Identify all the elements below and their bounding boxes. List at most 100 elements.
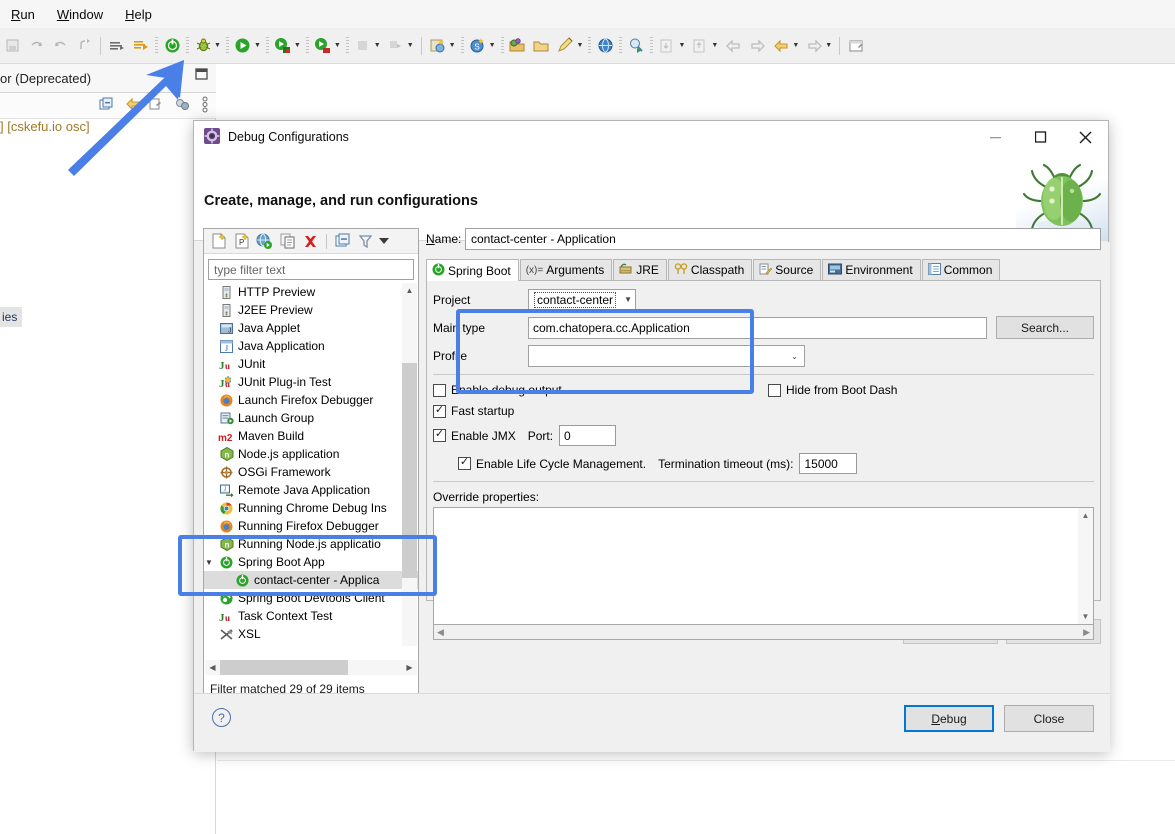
tree-item-launch-firefox-debugger[interactable]: Launch Firefox Debugger	[204, 391, 418, 409]
delete-icon[interactable]	[299, 231, 322, 252]
side-view-tab[interactable]: ies	[0, 307, 23, 327]
scroll-up-icon[interactable]: ▲	[402, 283, 417, 298]
tab-environment[interactable]: Environment	[822, 259, 921, 280]
scroll-right-icon[interactable]: ▶	[1083, 627, 1090, 638]
tree-vscroll-thumb[interactable]	[402, 363, 417, 578]
new-configuration-icon[interactable]	[207, 231, 230, 252]
name-input[interactable]: contact-center - Application	[465, 228, 1101, 250]
tree-hscroll-thumb[interactable]	[220, 660, 348, 675]
scroll-right-icon[interactable]: ▶	[402, 663, 417, 672]
configurations-tree[interactable]: HTTP Preview J2EE Preview J Java Applet J Jav…	[204, 283, 418, 646]
override-vertical-scrollbar[interactable]: ▲ ▼	[1078, 508, 1093, 624]
editor-maximize-icon[interactable]	[194, 67, 209, 85]
filter-input[interactable]: type filter text	[208, 259, 414, 280]
tab-source[interactable]: Source	[753, 259, 822, 280]
enable-jmx-row[interactable]: ✓ Enable JMX Port: 0	[433, 425, 1094, 446]
project-combo[interactable]: contact-center ▼	[528, 289, 636, 310]
debug-bug-icon[interactable]	[193, 36, 213, 56]
tree-item-java-application[interactable]: J Java Application	[204, 337, 418, 355]
menu-run[interactable]: RRunun	[0, 4, 46, 25]
new-prototype-icon[interactable]: P	[230, 231, 253, 252]
scroll-down-icon[interactable]: ▼	[1078, 609, 1093, 624]
export-configuration-icon[interactable]	[253, 231, 276, 252]
run-last-tool-icon[interactable]	[131, 36, 151, 56]
main-type-input[interactable]: com.chatopera.cc.Application	[528, 316, 987, 339]
tab-spring-boot[interactable]: Spring Boot	[426, 259, 519, 281]
tab-arguments[interactable]: (x)= Arguments	[519, 259, 613, 280]
tree-item-running-firefox-debugger[interactable]: Running Firefox Debugger	[204, 517, 418, 535]
tree-item-remote-java-application[interactable]: J Remote Java Application	[204, 481, 418, 499]
new-java-project-icon[interactable]	[428, 36, 448, 56]
scroll-up-icon[interactable]: ▲	[1078, 508, 1093, 523]
view-menu-icon[interactable]	[200, 96, 210, 116]
tree-item-junit[interactable]: Ju JUnit	[204, 355, 418, 373]
tab-classpath[interactable]: Classpath	[667, 259, 753, 280]
step-return-icon[interactable]	[74, 36, 94, 56]
port-input[interactable]: 0	[559, 425, 617, 446]
enable-jmx-checkbox[interactable]: ✓	[433, 429, 446, 442]
save-icon[interactable]	[2, 36, 22, 56]
hide-from-boot-dash-row[interactable]: Hide from Boot Dash	[768, 383, 897, 397]
lifecycle-row[interactable]: ✓ Enable Life Cycle Management. Terminat…	[458, 453, 1094, 474]
tree-item-osgi-framework[interactable]: OSGi Framework	[204, 463, 418, 481]
tree-vertical-scrollbar[interactable]: ▲	[402, 283, 417, 646]
tree-horizontal-scrollbar[interactable]: ◀ ▶	[205, 660, 417, 675]
view-menu-icon[interactable]	[377, 231, 391, 252]
enable-debug-output-row[interactable]: Enable debug output	[433, 383, 768, 397]
tree-item-launch-group[interactable]: Launch Group	[204, 409, 418, 427]
tree-item-spring-boot-app[interactable]: ▼ Spring Boot App	[204, 553, 418, 571]
override-horizontal-scrollbar[interactable]: ◀ ▶	[433, 625, 1094, 640]
tree-item-maven-build[interactable]: m2 Maven Build	[204, 427, 418, 445]
profile-icon[interactable]	[313, 36, 333, 56]
override-properties-textarea[interactable]: ▲ ▼	[433, 507, 1094, 625]
tree-item-contact-center-applica[interactable]: contact-center - Applica	[204, 571, 418, 589]
filter-icon[interactable]	[354, 231, 377, 252]
search-run-icon[interactable]	[626, 36, 646, 56]
profile-combo[interactable]: ⌄	[528, 345, 805, 367]
fast-startup-checkbox[interactable]: ✓	[433, 404, 446, 418]
menu-help[interactable]: Help	[114, 4, 163, 25]
tab-jre[interactable]: JRE	[613, 259, 667, 280]
tree-item-running-chrome-debug-ins[interactable]: Running Chrome Debug Ins	[204, 499, 418, 517]
tree-item-node-js-application[interactable]: n Node.js application	[204, 445, 418, 463]
pin-editor-icon[interactable]	[846, 36, 866, 56]
tree-item-task-context-test[interactable]: Ju Task Context Test	[204, 607, 418, 625]
search-button[interactable]: Search...	[996, 316, 1094, 339]
open-folder-icon[interactable]	[532, 36, 552, 56]
maximize-button[interactable]	[1018, 121, 1063, 153]
termination-timeout-input[interactable]: 15000	[799, 453, 858, 474]
menu-window[interactable]: Window	[46, 4, 114, 25]
pencil-icon[interactable]	[556, 36, 576, 56]
close-dialog-button[interactable]: Close	[1004, 705, 1094, 732]
back-icon[interactable]	[771, 36, 791, 56]
tree-item-http-preview[interactable]: HTTP Preview	[204, 283, 418, 301]
new-icon[interactable]: S	[468, 36, 488, 56]
tree-item-running-node-js-applicatio[interactable]: n Running Node.js applicatio	[204, 535, 418, 553]
terminate-power-icon[interactable]	[162, 36, 182, 56]
hide-from-boot-dash-checkbox[interactable]	[768, 383, 781, 397]
tree-item-spring-boot-devtools-client[interactable]: Spring Boot Devtools Client	[204, 589, 418, 607]
enable-debug-output-checkbox[interactable]	[433, 383, 446, 397]
tab-common[interactable]: Common	[921, 259, 1001, 280]
chevron-down-icon[interactable]: ▼	[205, 558, 218, 567]
coverage-icon[interactable]	[273, 36, 293, 56]
fast-startup-row[interactable]: ✓ Fast startup	[433, 404, 1094, 418]
lifecycle-checkbox[interactable]: ✓	[458, 457, 471, 470]
close-button[interactable]	[1063, 121, 1108, 153]
run-icon[interactable]	[233, 36, 253, 56]
help-icon[interactable]: ?	[212, 708, 231, 727]
tree-item-java-applet[interactable]: J Java Applet	[204, 319, 418, 337]
open-type-icon[interactable]	[508, 36, 528, 56]
open-browser-icon[interactable]	[595, 36, 615, 56]
tree-item-j2ee-preview[interactable]: J2EE Preview	[204, 301, 418, 319]
tree-item-xsl[interactable]: XSL	[204, 625, 418, 643]
collapse-all-icon[interactable]	[331, 231, 354, 252]
scroll-left-icon[interactable]: ◀	[437, 627, 444, 638]
tree-item-junit-plug-in-test[interactable]: Ju JUnit Plug-in Test	[204, 373, 418, 391]
minimize-button[interactable]	[973, 121, 1018, 153]
debug-button[interactable]: Debug	[904, 705, 994, 732]
scroll-left-icon[interactable]: ◀	[205, 663, 220, 672]
undo-step-icon[interactable]	[26, 36, 46, 56]
redo-step-icon[interactable]	[50, 36, 70, 56]
skip-breakpoints-icon[interactable]	[107, 36, 127, 56]
